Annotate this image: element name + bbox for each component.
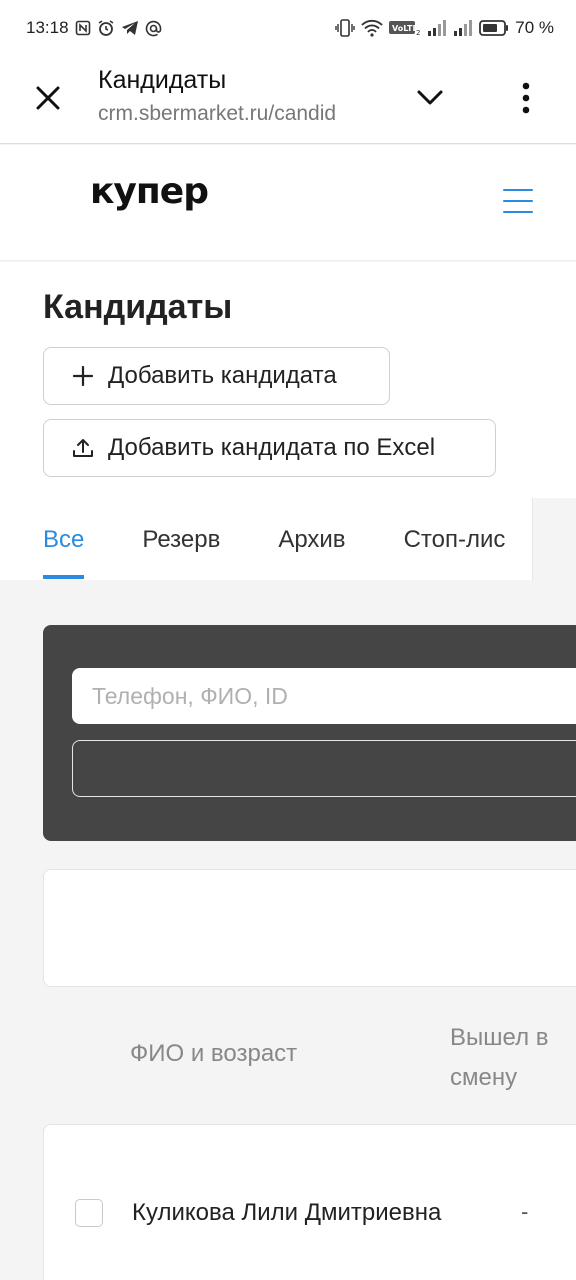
candidate-tabs: Все Резерв Архив Стоп-лис <box>0 498 533 580</box>
battery-icon <box>479 19 509 37</box>
candidate-shift: - <box>521 1199 529 1224</box>
close-icon <box>36 86 60 110</box>
row-checkbox[interactable] <box>75 1199 103 1227</box>
plus-icon <box>72 365 94 387</box>
add-candidate-excel-button[interactable]: Добавить кандидата по Excel <box>43 419 496 477</box>
candidate-name[interactable]: Куликова Лили Дмитриевна <box>132 1199 441 1227</box>
tab-all[interactable]: Все <box>43 498 85 580</box>
close-tab-button[interactable] <box>28 78 68 118</box>
browser-url[interactable]: crm.sbermarket.ru/candid <box>98 102 383 126</box>
signal-icon <box>453 19 473 37</box>
more-vertical-icon <box>522 82 530 114</box>
volte-icon: VoLTE 2 <box>389 20 421 36</box>
hamburger-menu-icon[interactable] <box>503 187 533 215</box>
add-candidate-button[interactable]: Добавить кандидата <box>43 347 390 405</box>
vibrate-icon <box>335 19 355 37</box>
svg-text:2: 2 <box>416 29 420 36</box>
logo[interactable]: купер <box>90 171 209 212</box>
browser-page-title: Кандидаты <box>98 66 227 94</box>
signal-icon <box>427 19 447 37</box>
table-row[interactable]: Куликова Лили Дмитриевна - <box>43 1124 576 1280</box>
page-title: Кандидаты <box>43 288 233 326</box>
telegram-icon <box>121 20 139 36</box>
status-time: 13:18 <box>26 18 69 37</box>
at-icon <box>145 20 162 37</box>
alarm-icon <box>97 19 115 37</box>
filter-select[interactable] <box>72 740 576 797</box>
content-header: Кандидаты Добавить кандидата Добавить ка… <box>0 262 576 580</box>
chevron-down-icon <box>417 90 443 105</box>
expand-button[interactable] <box>408 78 452 118</box>
info-card <box>43 869 576 987</box>
status-bar: 13:18 VoLTE 2 70 % <box>0 0 576 56</box>
add-candidate-label: Добавить кандидата <box>108 362 337 389</box>
tab-reserve[interactable]: Резерв <box>142 498 220 580</box>
more-menu-button[interactable] <box>506 76 546 120</box>
battery-percent: 70 % <box>515 18 554 37</box>
tab-archive[interactable]: Архив <box>278 498 345 580</box>
upload-icon <box>73 439 93 457</box>
column-header-shift[interactable]: Вышел в смену <box>450 1018 570 1098</box>
filter-panel <box>43 625 576 841</box>
search-input[interactable] <box>72 668 576 724</box>
browser-toolbar: Кандидаты crm.sbermarket.ru/candid <box>0 56 576 144</box>
nfc-icon <box>75 20 91 36</box>
column-header-name[interactable]: ФИО и возраст <box>130 1040 297 1068</box>
tabs-scroll-fade <box>532 498 576 580</box>
site-header: купер <box>0 145 576 261</box>
wifi-icon <box>361 19 383 37</box>
add-candidate-excel-label: Добавить кандидата по Excel <box>108 434 436 461</box>
svg-text:VoLTE: VoLTE <box>392 24 418 33</box>
tab-stop-list[interactable]: Стоп-лис <box>404 498 506 580</box>
